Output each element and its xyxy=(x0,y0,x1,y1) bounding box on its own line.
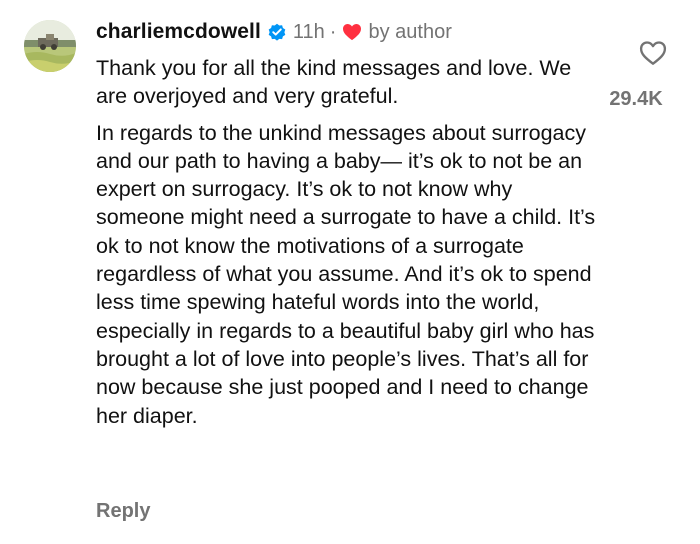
heart-filled-icon xyxy=(342,23,362,41)
comment-paragraph: In regards to the unkind messages about … xyxy=(96,120,596,428)
like-section: 29.4K xyxy=(609,40,682,120)
comment-paragraph: Thank you for all the kind messages and … xyxy=(96,56,572,109)
heart-outline-icon[interactable] xyxy=(639,40,667,66)
comment: charliemcdowell 11h · by author Thank yo… xyxy=(0,0,700,544)
username[interactable]: charliemcdowell xyxy=(96,20,261,44)
avatar[interactable] xyxy=(24,20,76,72)
like-count: 29.4K xyxy=(609,88,663,110)
liked-by-author-label: by author xyxy=(368,20,452,43)
separator-dot: · xyxy=(329,20,337,43)
avatar-image xyxy=(24,20,76,72)
comment-text: Thank you for all the kind messages and … xyxy=(96,54,596,430)
reply-button[interactable]: Reply xyxy=(96,500,150,523)
comment-header: charliemcdowell 11h · by author xyxy=(96,18,452,46)
verified-badge-icon xyxy=(267,22,287,42)
timestamp: 11h xyxy=(292,20,325,43)
